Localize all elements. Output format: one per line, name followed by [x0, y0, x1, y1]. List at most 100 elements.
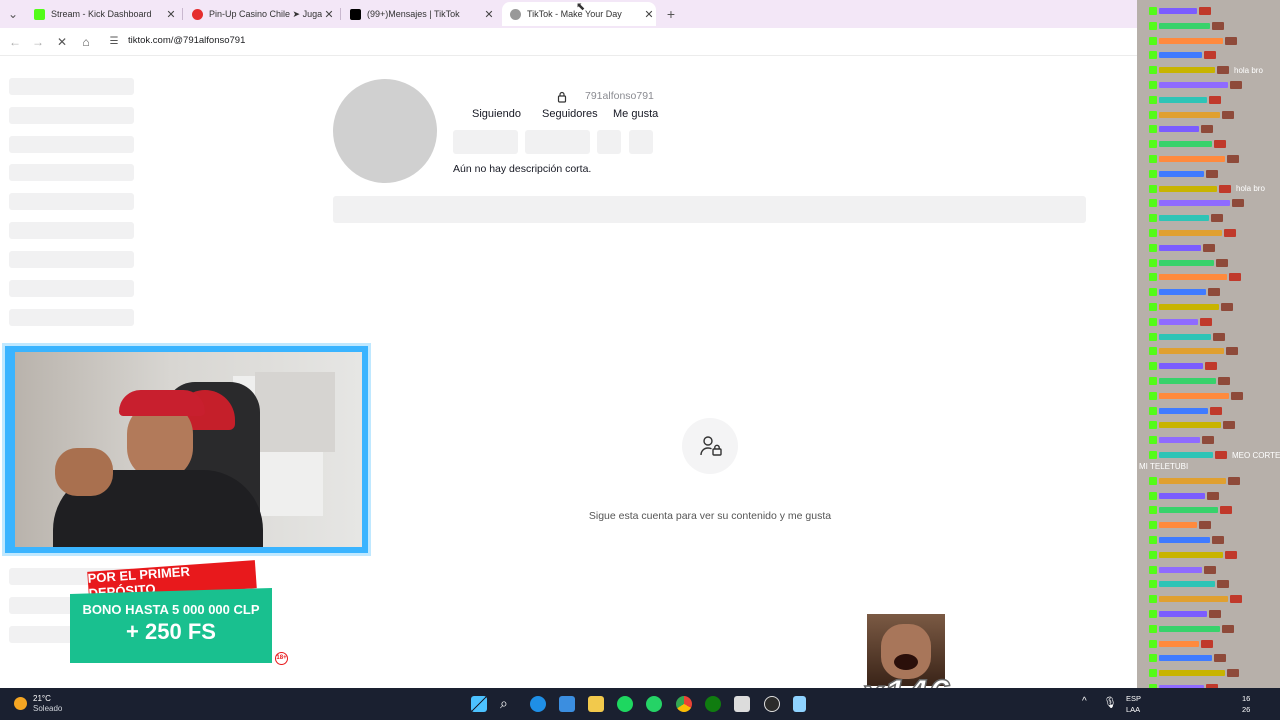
chat-username[interactable]	[1159, 96, 1207, 103]
chat-username[interactable]	[1159, 551, 1223, 558]
tab-list-chevron-icon[interactable]: ⌄	[4, 5, 22, 23]
notepad-icon[interactable]	[793, 696, 806, 712]
clock-date[interactable]: 26	[1242, 705, 1250, 714]
microphone-icon[interactable]: 🎙	[1103, 696, 1117, 709]
chat-username[interactable]	[1159, 422, 1221, 429]
language-indicator-bottom[interactable]: LAA	[1126, 705, 1140, 714]
promo-fs-text: + 250 FS	[126, 619, 216, 644]
chevron-up-icon[interactable]: ^	[1082, 696, 1087, 707]
chat-username[interactable]	[1159, 52, 1202, 59]
chat-emote-icon	[1206, 169, 1218, 178]
chat-username[interactable]	[1159, 477, 1226, 484]
home-button[interactable]: ⌂	[77, 33, 95, 51]
xbox-icon[interactable]	[705, 696, 721, 712]
chat-username[interactable]	[1159, 318, 1198, 325]
whatsapp-icon[interactable]	[646, 696, 662, 712]
chat-username[interactable]	[1159, 566, 1202, 573]
likes-label[interactable]: Me gusta	[613, 108, 658, 120]
chat-username[interactable]	[1159, 67, 1215, 74]
chat-username[interactable]	[1159, 37, 1223, 44]
chat-username[interactable]	[1159, 640, 1199, 647]
chat-username[interactable]	[1159, 348, 1224, 355]
chat-username[interactable]	[1159, 259, 1214, 266]
back-button[interactable]: ←	[6, 33, 24, 51]
tab-kick-dashboard[interactable]: Stream - Kick Dashboard ✕	[26, 2, 178, 26]
chat-message-row	[1149, 435, 1214, 445]
site-info-button[interactable]: ☰	[105, 33, 123, 51]
chat-username[interactable]	[1159, 437, 1200, 444]
close-tab-icon[interactable]: ✕	[322, 8, 336, 21]
kick-badge-icon	[1149, 550, 1157, 559]
skeleton-bar	[9, 309, 134, 326]
windows-start-icon[interactable]	[471, 696, 487, 712]
search-icon[interactable]: ⌕	[500, 695, 508, 712]
chat-emote-icon	[1212, 21, 1224, 30]
chat-username[interactable]	[1159, 111, 1220, 118]
chat-username[interactable]	[1159, 126, 1199, 133]
chrome-icon[interactable]	[676, 696, 692, 712]
chat-username[interactable]	[1159, 492, 1205, 499]
chat-message-row: hola bro	[1149, 65, 1263, 75]
chat-username[interactable]	[1159, 392, 1229, 399]
chat-username[interactable]	[1159, 304, 1219, 310]
file-explorer-icon[interactable]	[588, 696, 604, 712]
chat-username[interactable]	[1159, 170, 1204, 177]
chat-username[interactable]	[1159, 22, 1210, 29]
chat-username[interactable]	[1159, 8, 1197, 14]
chat-emote-icon	[1218, 377, 1230, 385]
close-tab-icon[interactable]: ✕	[482, 8, 496, 21]
chat-username[interactable]	[1159, 289, 1206, 296]
tab-pinup-casino[interactable]: Pin-Up Casino Chile ➤ Jugar al ✕	[184, 2, 336, 26]
chat-username[interactable]	[1159, 156, 1225, 162]
language-indicator-top[interactable]: ESP	[1126, 694, 1141, 703]
chat-message-row	[1149, 406, 1222, 416]
chat-username[interactable]	[1159, 244, 1201, 251]
chat-username[interactable]	[1159, 141, 1212, 148]
chat-message-text: hola bro	[1236, 184, 1265, 194]
chat-username[interactable]	[1159, 452, 1213, 458]
spotify-icon[interactable]	[617, 696, 633, 712]
edge-browser-icon[interactable]	[530, 696, 546, 712]
chat-username[interactable]	[1159, 407, 1208, 414]
chat-username[interactable]	[1159, 522, 1197, 529]
chat-emote-icon	[1209, 610, 1221, 618]
chat-username[interactable]	[1159, 378, 1216, 384]
new-tab-button[interactable]: +	[662, 5, 680, 23]
chat-username[interactable]	[1159, 363, 1203, 370]
chat-username[interactable]	[1159, 611, 1207, 617]
profile-avatar	[333, 79, 437, 183]
chat-username[interactable]	[1159, 333, 1211, 340]
chat-message-text: MI TELETUBI	[1139, 461, 1189, 471]
tab-title: Stream - Kick Dashboard	[51, 9, 152, 19]
chat-username[interactable]	[1159, 670, 1225, 677]
chat-username[interactable]	[1159, 596, 1228, 603]
chat-username[interactable]	[1159, 274, 1227, 281]
store-icon[interactable]	[559, 696, 575, 712]
address-bar[interactable]: tiktok.com/@791alfonso791	[128, 35, 245, 46]
followers-label[interactable]: Seguidores	[542, 108, 598, 120]
clock-time[interactable]: 16	[1242, 694, 1250, 703]
close-tab-icon[interactable]: ✕	[164, 8, 178, 21]
kick-badge-icon	[1149, 451, 1157, 459]
weather-condition[interactable]: Soleado	[33, 704, 62, 713]
chat-username[interactable]	[1159, 537, 1210, 543]
tab-separator	[182, 8, 183, 20]
close-tab-icon[interactable]: ✕	[642, 8, 656, 21]
tab-tiktok-messages[interactable]: (99+)Mensajes | TikTok ✕	[342, 2, 496, 26]
forward-button[interactable]: →	[29, 33, 47, 51]
media-app-icon[interactable]	[734, 696, 750, 712]
chat-username[interactable]	[1159, 185, 1217, 192]
obs-icon[interactable]	[764, 696, 780, 712]
chat-username[interactable]	[1159, 625, 1220, 632]
stop-loading-button[interactable]: ✕	[53, 33, 71, 51]
stream-chat-overlay: hola bro hola bro MEO CORTE MI TELETUBI	[1137, 0, 1280, 720]
chat-username[interactable]	[1159, 230, 1222, 236]
chat-username[interactable]	[1159, 215, 1209, 222]
following-label[interactable]: Siguiendo	[472, 108, 521, 120]
chat-username[interactable]	[1159, 507, 1218, 514]
chat-username[interactable]	[1159, 200, 1230, 207]
weather-temperature[interactable]: 21°C	[33, 694, 51, 703]
chat-username[interactable]	[1159, 82, 1228, 88]
chat-username[interactable]	[1159, 655, 1212, 662]
chat-username[interactable]	[1159, 581, 1215, 588]
